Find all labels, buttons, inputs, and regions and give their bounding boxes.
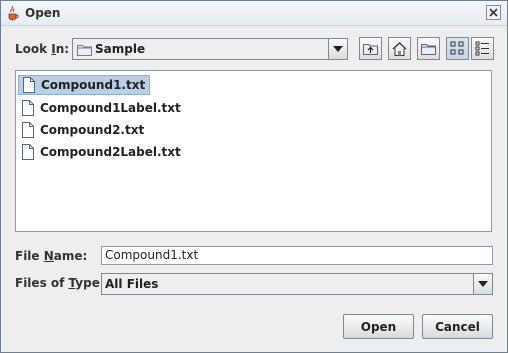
look-in-dropdown-button[interactable] [328,39,347,59]
file-type-label: Files of Type: [15,276,105,290]
look-in-combobox[interactable]: Sample [72,38,348,60]
text-file-icon [23,77,35,93]
details-view-button[interactable] [471,37,494,60]
text-file-icon [22,122,34,138]
close-button[interactable] [486,5,501,20]
file-type-combobox[interactable]: All Files [101,273,493,295]
look-in-value: Sample [95,42,146,56]
file-name-field[interactable]: Compound1.txt [101,246,493,265]
chevron-down-icon [333,46,343,52]
file-name-label: File Name: [15,249,88,263]
java-coffee-icon [8,5,19,21]
up-one-level-icon [363,44,378,55]
file-name: Compound2.txt [40,123,145,137]
file-list-item[interactable]: Compound1.txt [18,75,151,95]
text-file-icon [22,100,34,116]
details-view-icon [475,41,489,56]
file-list-item[interactable]: Compound1Label.txt [18,98,185,118]
dialog-title: Open [25,6,61,20]
file-type-value: All Files [105,277,159,291]
folder-icon [77,45,92,56]
look-in-label: Look In: [15,42,70,56]
file-list[interactable]: Compound1.txt Compound1Label.txt Compoun… [15,70,492,232]
open-button[interactable]: Open [343,314,414,339]
home-icon [392,41,407,56]
file-type-dropdown-button[interactable] [473,274,492,294]
close-icon [489,8,498,17]
new-folder-icon [421,44,436,55]
file-list-item[interactable]: Compound2Label.txt [18,142,185,162]
new-folder-button[interactable] [417,37,440,60]
cancel-button[interactable]: Cancel [422,314,493,339]
title-bar[interactable]: Open [1,1,507,26]
text-file-icon [22,144,34,160]
file-name: Compound2Label.txt [40,145,181,159]
chevron-down-icon [478,281,488,287]
list-view-icon [450,41,464,55]
up-one-level-button[interactable] [359,37,382,60]
list-view-button[interactable] [446,37,469,60]
file-list-item[interactable]: Compound2.txt [18,120,148,140]
file-name: Compound1Label.txt [40,101,181,115]
home-button[interactable] [388,37,411,60]
open-dialog: Open Look In: Sample Compound1.txt Compo… [0,0,508,353]
file-name: Compound1.txt [41,78,146,92]
